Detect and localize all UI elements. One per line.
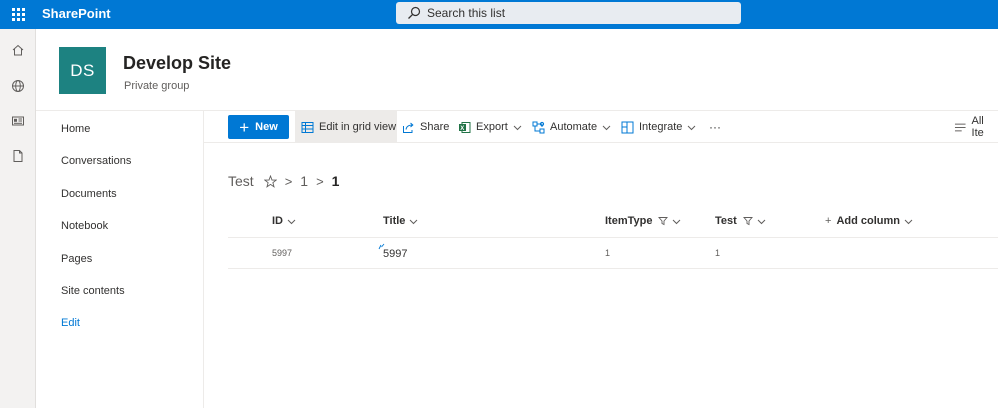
list-header: ID Title ItemType Test + Add column [228,206,998,238]
nav-item-notebook[interactable]: Notebook [61,220,108,232]
site-logo[interactable]: DS [59,47,106,94]
breadcrumb-current: 1 [331,173,340,189]
share-icon [403,122,414,133]
add-column-button[interactable]: + Add column [825,215,913,227]
plus-icon: + [239,117,250,137]
chevron-down-icon [513,125,522,130]
more-options-button[interactable]: ··· [709,111,721,143]
view-switcher[interactable]: All Ite [954,111,998,143]
star-icon[interactable] [263,174,277,188]
edit-grid-view-button[interactable]: Edit in grid view [295,111,397,143]
nav-item-documents[interactable]: Documents [61,188,117,200]
column-itemtype-label: ItemType [605,215,653,227]
new-button-label: New [255,121,278,133]
edit-grid-view-label: Edit in grid view [319,121,397,133]
export-label: Export [476,121,508,133]
add-column-label: Add column [836,215,900,227]
grid-icon [301,121,314,133]
chevron-down-icon [410,219,418,224]
nav-item-home[interactable]: Home [61,123,90,135]
search-box[interactable] [396,2,741,24]
filter-icon [658,217,669,226]
column-id-label: ID [272,215,283,227]
chevron-down-icon [757,219,766,224]
app-rail [0,29,36,408]
view-label: All Ite [971,115,984,139]
integrate-label: Integrate [639,121,683,133]
suite-bar: SharePoint [0,0,998,29]
nav-item-conversations[interactable]: Conversations [61,155,131,167]
brand-link[interactable]: SharePoint [42,6,111,21]
list-view-icon [954,123,966,131]
globe-icon[interactable] [9,77,27,95]
cell-id: 5997 [272,248,293,258]
plus-icon: + [825,215,832,227]
chevron-down-icon [673,219,681,224]
integrate-button[interactable]: Integrate [621,111,696,143]
waffle-icon [11,8,25,21]
chevron-right-icon: > [284,173,293,189]
chevron-down-icon [688,125,696,130]
site-title[interactable]: Develop Site [123,53,231,74]
cell-test: 1 [715,248,721,258]
cell-itemtype: 1 [605,248,611,258]
chevron-right-icon: > [316,173,324,189]
search-input[interactable] [427,6,727,20]
column-test-label: Test [715,215,737,227]
breadcrumb-folder[interactable]: 1 [300,173,308,189]
search-icon [408,6,421,19]
nav-item-pages[interactable]: Pages [61,253,92,265]
svg-text:X: X [460,125,464,131]
breadcrumb-list[interactable]: Test [228,173,254,189]
site-subtitle: Private group [124,80,190,92]
automate-button[interactable]: Automate [532,111,611,143]
quick-launch: Home Conversations Documents Notebook Pa… [36,111,204,408]
home-icon[interactable] [9,41,27,59]
column-header-test[interactable]: Test [715,215,766,227]
automate-label: Automate [550,121,598,133]
breadcrumb: Test > 1 > 1 [228,172,339,190]
news-icon[interactable] [9,112,27,130]
command-bar: + New Edit in grid view Share X Export A… [204,111,998,143]
new-item-icon [378,243,385,250]
new-button[interactable]: + New [228,115,289,139]
chevron-down-icon [904,219,913,224]
nav-edit-link[interactable]: Edit [61,317,80,329]
cell-title[interactable]: 5997 [383,248,407,260]
column-header-title[interactable]: Title [383,215,418,227]
filter-icon [742,217,753,226]
document-icon[interactable] [9,147,27,165]
ellipsis-icon: ··· [709,120,721,134]
nav-item-site-contents[interactable]: Site contents [61,285,125,297]
automate-icon [532,121,545,133]
chevron-down-icon [602,125,611,130]
table-row[interactable]: 5997 5997 1 1 [228,238,998,269]
integrate-icon [621,121,634,133]
column-title-label: Title [383,215,406,227]
chevron-down-icon [287,219,296,224]
export-button[interactable]: X Export [458,111,522,143]
share-button[interactable]: Share [402,111,449,143]
share-label: Share [420,121,450,133]
column-header-id[interactable]: ID [272,215,296,227]
excel-icon: X [459,121,471,133]
app-launcher-button[interactable] [0,0,36,29]
column-header-itemtype[interactable]: ItemType [605,215,681,227]
